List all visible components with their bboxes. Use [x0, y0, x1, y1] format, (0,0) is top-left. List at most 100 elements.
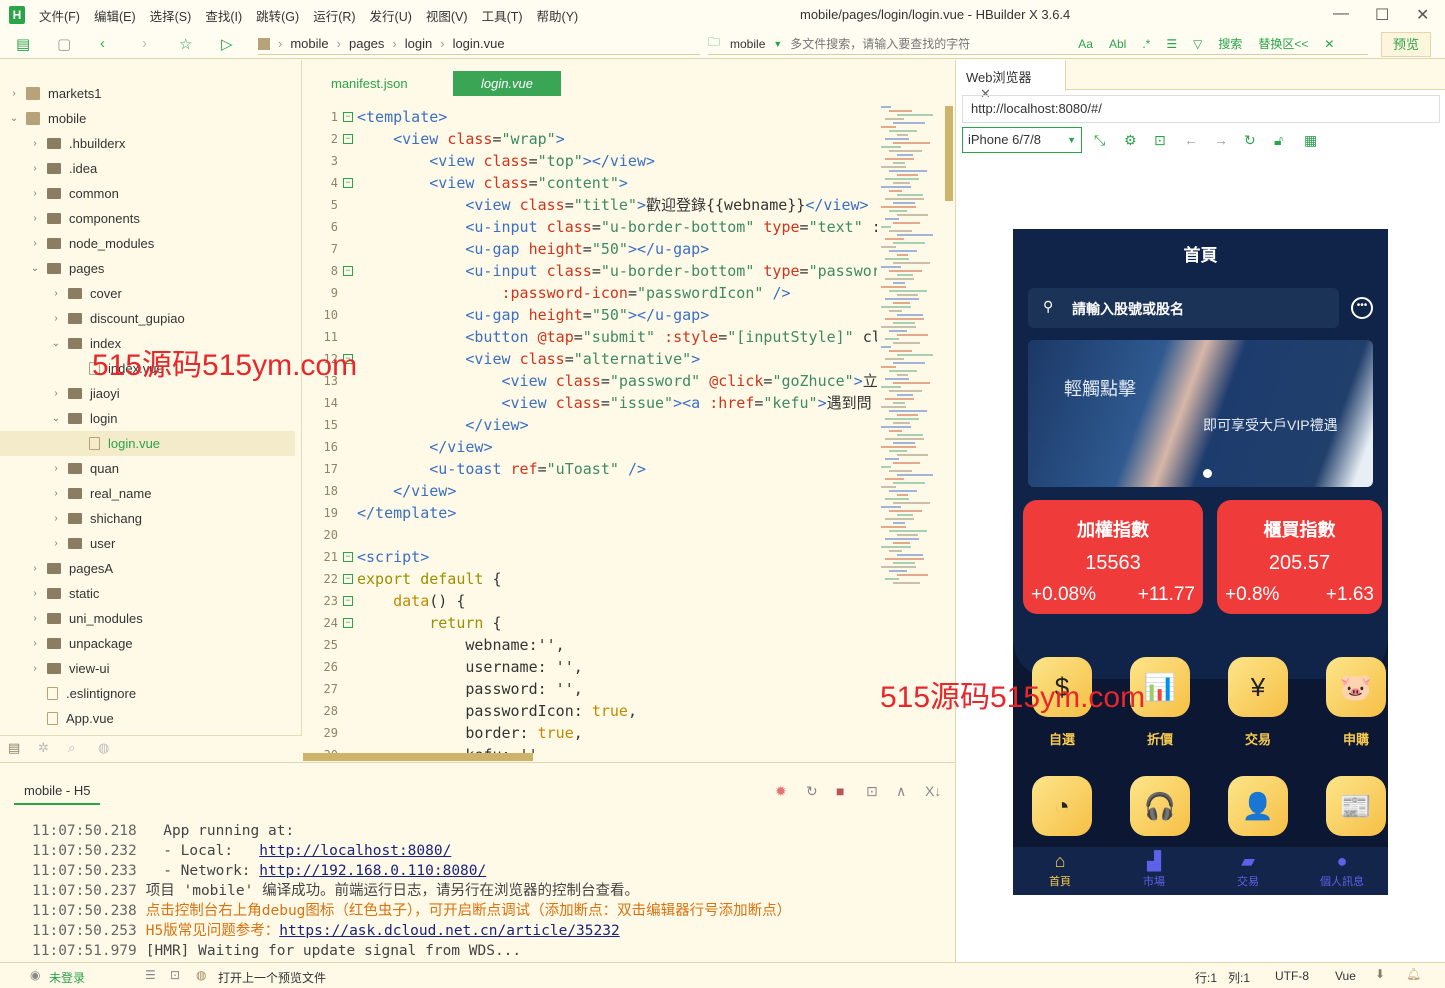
search-button[interactable]: 搜索 — [1218, 35, 1242, 52]
maximize-button[interactable]: ☐ — [1375, 5, 1389, 25]
menu-item[interactable]: 文件(F) — [39, 6, 80, 25]
nav-item[interactable]: ▰ 交易 — [1208, 851, 1288, 889]
list-icon[interactable]: ☰ — [145, 968, 156, 982]
minimap[interactable] — [877, 106, 945, 606]
line-number[interactable]: 16 — [303, 440, 338, 454]
tree-item[interactable]: › common — [0, 181, 295, 206]
login-status[interactable]: 未登录 — [49, 969, 85, 986]
vertical-scrollbar[interactable] — [945, 106, 953, 201]
line-number[interactable]: 5 — [303, 198, 338, 212]
line-number[interactable]: 24 — [303, 616, 338, 630]
chat-icon[interactable]: ••• — [1351, 297, 1373, 319]
menu-item[interactable]: 跳转(G) — [256, 6, 299, 25]
regex-toggle[interactable]: .* — [1142, 37, 1150, 51]
shortcut-item[interactable]: ◔ — [1032, 776, 1092, 836]
match-case-toggle[interactable]: Aa — [1078, 37, 1093, 51]
chevron-right-icon[interactable]: › — [8, 88, 20, 99]
close-search-icon[interactable]: ✕ — [1324, 37, 1334, 51]
replace-toggle[interactable]: 替换区<< — [1258, 35, 1308, 52]
tree-item[interactable]: › real_name — [0, 481, 295, 506]
console-tab[interactable]: mobile - H5 — [14, 783, 101, 805]
chevron-down-icon[interactable]: ⌄ — [29, 263, 41, 274]
line-number[interactable]: 23 — [303, 594, 338, 608]
menu-item[interactable]: 运行(R) — [313, 6, 355, 25]
shortcut-item[interactable]: 🎧 — [1130, 776, 1190, 836]
banner-carousel[interactable]: 輕觸點擊 即可享受大戶VIP禮遇 — [1028, 340, 1373, 487]
line-number[interactable]: 19 — [303, 506, 338, 520]
chevron-right-icon[interactable]: › — [29, 163, 41, 174]
tree-item[interactable]: App.vue — [0, 706, 295, 731]
forward-icon[interactable]: › — [142, 35, 147, 52]
line-number[interactable]: 3 — [303, 154, 338, 168]
tree-item[interactable]: ⌄ login — [0, 406, 295, 431]
tree-item[interactable]: › .idea — [0, 156, 295, 181]
forward-arrow-icon[interactable]: → — [1214, 132, 1228, 148]
chevron-right-icon[interactable]: › — [29, 638, 41, 649]
editor-tab[interactable]: login.vue — [453, 71, 561, 96]
save-icon[interactable]: ▢ — [57, 35, 71, 53]
line-number[interactable]: 28 — [303, 704, 338, 718]
browser-tab[interactable]: Web浏览器✕ — [956, 60, 1066, 101]
update-icon[interactable]: ⬇ — [1375, 967, 1385, 981]
rotate-icon[interactable]: ⤡ — [1094, 132, 1105, 149]
menu-item[interactable]: 查找(I) — [205, 6, 242, 25]
tree-item[interactable]: › view-ui — [0, 656, 295, 681]
menu-item[interactable]: 帮助(Y) — [537, 6, 579, 25]
shortcut-item[interactable]: 🐷 申購 — [1326, 657, 1386, 748]
line-number[interactable]: 29 — [303, 726, 338, 740]
debug-bug-icon[interactable]: ✹ — [775, 783, 787, 800]
tree-item[interactable]: › discount_gupiao — [0, 306, 295, 331]
stop-icon[interactable]: ■ — [836, 783, 844, 799]
chevron-right-icon[interactable]: › — [50, 488, 62, 499]
open-previous-preview[interactable]: 打开上一个预览文件 — [218, 969, 326, 986]
terminal-icon[interactable]: ⊡ — [170, 968, 180, 982]
line-number[interactable]: 1 — [303, 110, 338, 124]
settings-icon[interactable]: ⚙ — [1124, 132, 1137, 149]
horizontal-scrollbar[interactable] — [303, 753, 533, 761]
tree-item[interactable]: › unpackage — [0, 631, 295, 656]
menu-item[interactable]: 编辑(E) — [94, 6, 136, 25]
url-input[interactable]: http://localhost:8080/#/ — [962, 95, 1440, 123]
breadcrumb-item[interactable]: login.vue — [453, 36, 505, 51]
menu-item[interactable]: 选择(S) — [150, 6, 192, 25]
chevron-right-icon[interactable]: › — [50, 313, 62, 324]
clear-scroll-icon[interactable]: X↓ — [925, 783, 941, 799]
shortcut-item[interactable]: 👤 — [1228, 776, 1288, 836]
chevron-right-icon[interactable]: › — [50, 388, 62, 399]
line-number[interactable]: 10 — [303, 308, 338, 322]
chevron-down-icon[interactable]: ▼ — [773, 39, 782, 49]
line-number[interactable]: 7 — [303, 242, 338, 256]
line-number[interactable]: 25 — [303, 638, 338, 652]
line-number[interactable]: 21 — [303, 550, 338, 564]
shortcut-item[interactable]: 📰 — [1326, 776, 1386, 836]
search-scope-select[interactable]: mobile — [730, 37, 765, 51]
index-card[interactable]: 櫃買指數 205.57 +0.8% +1.63 — [1217, 500, 1382, 614]
fold-toggle-icon[interactable]: − — [343, 552, 353, 562]
breadcrumb-item[interactable]: login — [405, 36, 432, 51]
align-icon[interactable]: ☰ — [1166, 37, 1177, 51]
bookmark-star-icon[interactable]: ☆ — [179, 35, 192, 53]
fold-toggle-icon[interactable]: − — [343, 134, 353, 144]
line-number[interactable]: 27 — [303, 682, 338, 696]
chevron-right-icon[interactable]: › — [50, 288, 62, 299]
chevron-right-icon[interactable]: › — [50, 463, 62, 474]
line-number[interactable]: 20 — [303, 528, 338, 542]
tree-item[interactable]: › quan — [0, 456, 295, 481]
chevron-down-icon[interactable]: ⌄ — [50, 338, 62, 349]
minimize-button[interactable]: — — [1333, 5, 1349, 23]
tree-item[interactable]: › shichang — [0, 506, 295, 531]
whole-word-toggle[interactable]: Abl — [1109, 37, 1126, 51]
chevron-right-icon[interactable]: › — [29, 138, 41, 149]
terminal-icon[interactable]: ⊡ — [866, 783, 878, 800]
close-button[interactable]: ✕ — [1416, 5, 1429, 25]
chevron-right-icon[interactable]: › — [29, 588, 41, 599]
tree-item[interactable]: ⌄ pages — [0, 256, 295, 281]
chevron-down-icon[interactable]: ⌄ — [8, 113, 20, 124]
chevron-right-icon[interactable]: › — [29, 188, 41, 199]
fold-toggle-icon[interactable]: − — [343, 112, 353, 122]
carousel-dot[interactable] — [1203, 469, 1212, 478]
tree-item[interactable]: › cover — [0, 281, 295, 306]
line-number[interactable]: 17 — [303, 462, 338, 476]
menu-item[interactable]: 视图(V) — [426, 6, 468, 25]
tree-item[interactable]: ⌄ mobile — [0, 106, 295, 131]
